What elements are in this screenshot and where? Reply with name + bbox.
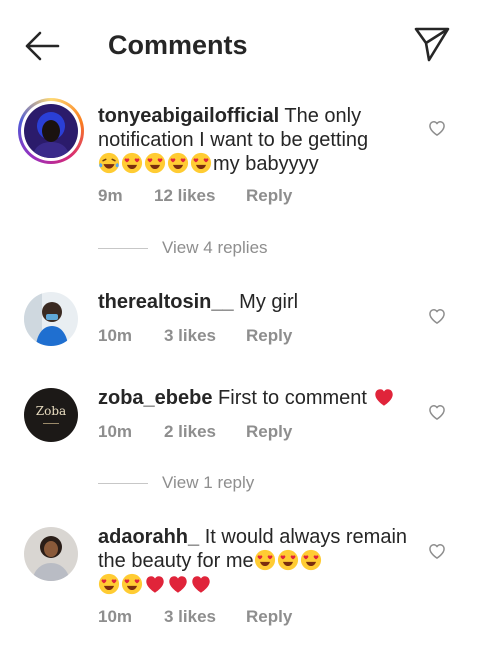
comment-meta: 10m 2 likes Reply	[98, 422, 292, 442]
smiling-face-with-heart-eyes-icon	[300, 549, 322, 571]
smiling-face-with-heart-eyes-icon	[167, 152, 189, 174]
back-button[interactable]	[24, 28, 60, 64]
divider	[98, 248, 148, 249]
avatar[interactable]	[24, 527, 78, 581]
red-heart-icon	[190, 573, 212, 595]
comment-body: First to comment	[218, 387, 373, 409]
likes-count[interactable]: 2 likes	[164, 422, 246, 442]
like-heart-icon[interactable]	[426, 306, 448, 326]
comment-username[interactable]: adaorahh_	[98, 526, 199, 548]
red-heart-icon	[167, 573, 189, 595]
comment-username[interactable]: therealtosin__	[98, 291, 234, 313]
red-heart-icon	[144, 573, 166, 595]
reply-button[interactable]: Reply	[246, 186, 292, 206]
comment-username[interactable]: tonyeabigailofficial	[98, 105, 279, 127]
comment-meta: 10m 3 likes Reply	[98, 607, 292, 627]
comment-meta: 10m 3 likes Reply	[98, 326, 292, 346]
comment-body: My girl	[239, 291, 299, 313]
share-button[interactable]	[412, 24, 452, 64]
avatar-logo-text: Zoba	[35, 404, 67, 418]
smiling-face-with-heart-eyes-icon	[254, 549, 276, 571]
story-ring[interactable]	[18, 98, 84, 164]
divider	[98, 483, 148, 484]
reply-button[interactable]: Reply	[246, 422, 292, 442]
comment-item: tonyeabigailofficial The only notificati…	[0, 98, 480, 218]
like-heart-icon[interactable]	[426, 118, 448, 138]
comment-item: therealtosin__ My girl 10m 3 likes Reply	[0, 290, 480, 350]
like-heart-icon[interactable]	[426, 541, 448, 561]
red-heart-icon	[373, 386, 395, 408]
comment-body-end: my babyyyy	[213, 153, 319, 175]
comment-text: adaorahh_ It would always remain the bea…	[98, 525, 416, 597]
likes-count[interactable]: 3 likes	[164, 607, 246, 627]
comment-text: tonyeabigailofficial The only notificati…	[98, 104, 416, 176]
comment-text: zoba_ebebe First to comment	[98, 386, 416, 410]
paper-plane-icon	[414, 27, 450, 62]
smiling-face-with-heart-eyes-icon	[190, 152, 212, 174]
comment-item: adaorahh_ It would always remain the bea…	[0, 525, 480, 635]
reply-button[interactable]: Reply	[246, 607, 292, 627]
comment-time: 10m	[98, 607, 133, 626]
comment-time: 10m	[98, 326, 133, 345]
avatar[interactable]	[24, 292, 78, 346]
comment-item: Zoba zoba_ebebe First to comment 10m 2 li…	[0, 386, 480, 446]
avatar[interactable]	[24, 104, 78, 158]
smiling-face-with-heart-eyes-icon	[121, 573, 143, 595]
face-with-tears-of-joy-icon	[98, 152, 120, 174]
comment-time: 10m	[98, 422, 133, 441]
comment-text: therealtosin__ My girl	[98, 290, 416, 314]
reply-button[interactable]: Reply	[246, 326, 292, 346]
arrow-left-icon	[25, 31, 60, 61]
smiling-face-with-heart-eyes-icon	[121, 152, 143, 174]
comment-meta: 9m 12 likes Reply	[98, 186, 292, 206]
likes-count[interactable]: 3 likes	[164, 326, 246, 346]
like-heart-icon[interactable]	[426, 402, 448, 422]
comment-username[interactable]: zoba_ebebe	[98, 387, 212, 409]
smiling-face-with-heart-eyes-icon	[144, 152, 166, 174]
smiling-face-with-heart-eyes-icon	[277, 549, 299, 571]
app-header: Comments	[0, 0, 480, 88]
avatar[interactable]: Zoba	[24, 388, 78, 442]
smiling-face-with-heart-eyes-icon	[98, 573, 120, 595]
comment-time: 9m	[98, 186, 123, 205]
likes-count[interactable]: 12 likes	[154, 186, 246, 206]
page-title: Comments	[108, 30, 248, 60]
